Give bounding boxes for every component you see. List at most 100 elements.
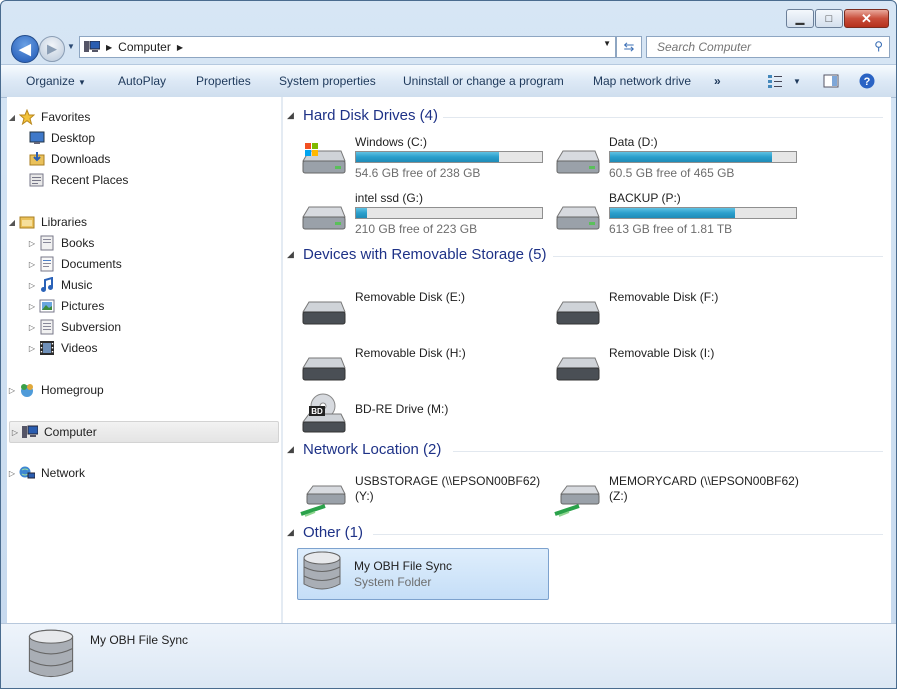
recent-pages-dropdown[interactable]: ▼ [67,42,75,51]
database-icon [28,629,74,678]
nav-recent-places[interactable]: Recent Places [27,170,128,190]
network-drive-icon [300,485,346,517]
network-drive-z[interactable]: MEMORYCARD (\\EPSON00BF62) (Z:) [553,474,803,524]
organize-button[interactable]: Organize ▼ [26,74,86,88]
folder-type: System Folder [354,575,432,589]
network-icon [19,466,35,479]
group-header-network-location[interactable]: ◢ Network Location (2) [287,441,441,458]
drive-letter: (Z:) [609,489,628,503]
maximize-button[interactable]: □ [815,9,843,28]
uninstall-program-button[interactable]: Uninstall or change a program [403,74,564,88]
collapsed-arrow-icon[interactable]: ▷ [27,344,37,353]
drive-name: BACKUP (P:) [609,191,681,205]
libraries-icon [19,216,35,229]
recent-places-icon [29,173,44,187]
collapsed-arrow-icon[interactable]: ▷ [10,428,20,437]
nav-libraries[interactable]: ◢ Libraries [7,212,87,232]
collapsed-arrow-icon[interactable]: ▷ [7,469,17,478]
drive-name: USBSTORAGE (\\EPSON00BF62) [355,474,541,488]
nav-music[interactable]: ▷ Music [27,275,92,295]
nav-network[interactable]: ▷ Network [7,463,85,483]
removable-disk-e[interactable]: Removable Disk (E:) [299,290,549,340]
expanded-arrow-icon[interactable]: ◢ [7,218,17,227]
removable-disk-icon [302,301,346,325]
nav-documents[interactable]: ▷ Documents [27,254,122,274]
breadcrumb-separator-icon[interactable]: ▶ [106,43,112,52]
nav-label: Videos [61,341,98,355]
expanded-arrow-icon[interactable]: ◢ [287,444,303,455]
nav-downloads[interactable]: Downloads [27,149,110,169]
map-network-drive-button[interactable]: Map network drive [593,74,691,88]
group-header-removable-storage[interactable]: ◢ Devices with Removable Storage (5) [287,246,546,263]
breadcrumb-separator-icon[interactable]: ▶ [177,43,183,52]
expanded-arrow-icon[interactable]: ◢ [287,110,303,121]
removable-disk-f[interactable]: Removable Disk (F:) [553,290,803,340]
collapsed-arrow-icon[interactable]: ▷ [27,239,37,248]
removable-disk-h[interactable]: Removable Disk (H:) [299,346,549,396]
network-drive-y[interactable]: USBSTORAGE (\\EPSON00BF62) (Y:) [299,474,549,524]
homegroup-icon [21,384,33,397]
collapsed-arrow-icon[interactable]: ▷ [27,323,37,332]
nav-favorites[interactable]: ◢ Favorites [7,107,90,127]
collapsed-arrow-icon[interactable]: ▷ [27,281,37,290]
nav-books[interactable]: ▷ Books [27,233,94,253]
drive-name: Data (D:) [609,135,658,149]
nav-label: Libraries [41,215,88,229]
drive-name: Windows (C:) [355,135,428,149]
expanded-arrow-icon[interactable]: ◢ [7,113,17,122]
minimize-button[interactable]: ▁ [786,9,814,28]
properties-button[interactable]: Properties [196,74,251,88]
address-bar[interactable]: ▶ Computer ▶ ▼ [79,36,616,58]
nav-videos[interactable]: ▷ Videos [27,338,97,358]
search-box[interactable]: ⚲ [646,36,890,58]
nav-homegroup[interactable]: ▷ Homegroup [7,380,104,400]
autoplay-button[interactable]: AutoPlay [118,74,166,88]
nav-label: Downloads [51,152,111,166]
address-dropdown-icon[interactable]: ▼ [603,39,611,48]
bd-badge: BD [311,407,323,416]
drive-p[interactable]: BACKUP (P:) 613 GB free of 1.81 TB [553,191,803,241]
system-properties-button[interactable]: System properties [279,74,376,88]
nav-label: Desktop [51,131,96,145]
collapsed-arrow-icon[interactable]: ▷ [7,386,17,395]
group-header-hard-disk-drives[interactable]: ◢ Hard Disk Drives (4) [287,107,438,124]
expanded-arrow-icon[interactable]: ◢ [287,527,303,538]
nav-desktop[interactable]: Desktop [27,128,95,148]
nav-label: Homegroup [41,383,104,397]
drive-g[interactable]: intel ssd (G:) 210 GB free of 223 GB [299,191,549,241]
nav-pictures[interactable]: ▷ Pictures [27,296,104,316]
nav-subversion[interactable]: ▷ Subversion [27,317,121,337]
group-header-other[interactable]: ◢ Other (1) [287,524,363,541]
drive-name: Removable Disk (I:) [609,346,715,360]
collapsed-arrow-icon[interactable]: ▷ [27,260,37,269]
change-view-icon[interactable] [767,73,783,89]
back-button[interactable]: ◀ [11,35,39,63]
nav-label: Books [61,236,95,250]
drive-c[interactable]: Windows (C:) 54.6 GB free of 238 GB [299,135,549,185]
view-options-dropdown-icon[interactable]: ▼ [793,77,801,86]
group-divider [553,256,883,257]
collapsed-arrow-icon[interactable]: ▷ [27,302,37,311]
refresh-button[interactable]: ⇆ [616,36,642,58]
search-input[interactable] [655,39,869,55]
nav-label: Music [61,278,93,292]
books-library-icon [40,235,54,251]
breadcrumb-computer[interactable]: Computer [118,40,171,54]
search-icon[interactable]: ⚲ [874,39,883,53]
forward-arrow-icon: ▶ [47,41,57,56]
help-icon[interactable]: ? [859,73,875,89]
pictures-icon [39,299,55,313]
close-button[interactable]: ✕ [844,9,889,28]
drive-letter: (Y:) [355,489,374,503]
obh-file-sync-folder[interactable]: My OBH File Sync System Folder [297,548,549,600]
drive-free-space: 60.5 GB free of 465 GB [609,166,735,180]
drive-d[interactable]: Data (D:) 60.5 GB free of 465 GB [553,135,803,185]
preview-pane-icon[interactable] [823,73,839,89]
expanded-arrow-icon[interactable]: ◢ [287,249,303,260]
details-pane: My OBH File Sync [1,623,896,688]
nav-computer[interactable]: ▷ Computer [9,421,279,443]
forward-button[interactable]: ▶ [39,36,65,62]
more-commands-button[interactable]: » [714,74,721,88]
removable-disk-i[interactable]: Removable Disk (I:) [553,346,803,396]
folder-name: My OBH File Sync [354,559,453,573]
